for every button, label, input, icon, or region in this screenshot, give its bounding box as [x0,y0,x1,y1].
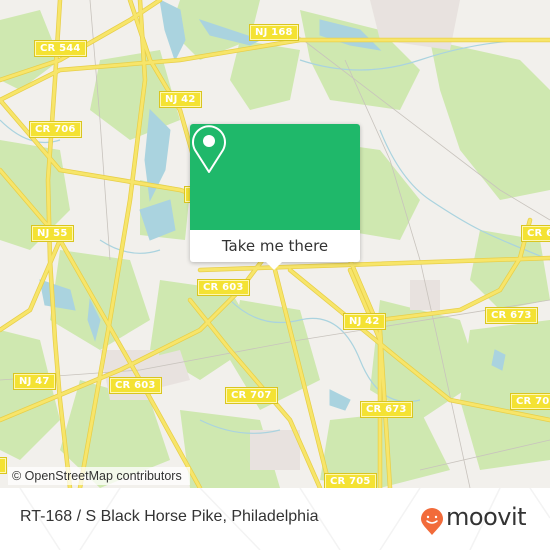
location-popup: Take me there [190,124,360,270]
road-label: CR 673 [360,401,413,418]
road-label: NJ 47 [13,373,56,390]
moovit-smile-pin-icon [421,508,443,535]
road-label: CR 706 [510,393,550,410]
road-label-edge [0,457,7,474]
map-attribution[interactable]: © OpenStreetMap contributors [8,467,190,485]
road-label: NJ 42 [159,91,202,108]
take-me-there-button[interactable]: Take me there [190,230,360,262]
popup-header [190,124,360,230]
road-label: CR 673 [485,307,538,324]
map[interactable]: CR 544 NJ 168 NJ 42 CR 706 NJ 55 CR 603 … [0,0,550,488]
road-label: NJ 42 [343,313,386,330]
map-pin-icon [192,125,226,173]
popup-pointer [266,262,282,270]
road-label: CR 706 [29,121,82,138]
road-label: CR 6 [520,225,550,242]
road-label: NJ 55 [31,225,74,242]
road-label: CR 603 [197,279,250,296]
road-label: NJ 168 [249,24,299,41]
moovit-wordmark: moovit [446,503,527,531]
road-label: CR 707 [225,387,278,404]
road-label: CR 603 [109,377,162,394]
road-label: CR 544 [34,40,87,57]
road-label: CR 705 [324,473,377,488]
stop-title: RT-168 / S Black Horse Pike, Philadelphi… [20,508,319,525]
